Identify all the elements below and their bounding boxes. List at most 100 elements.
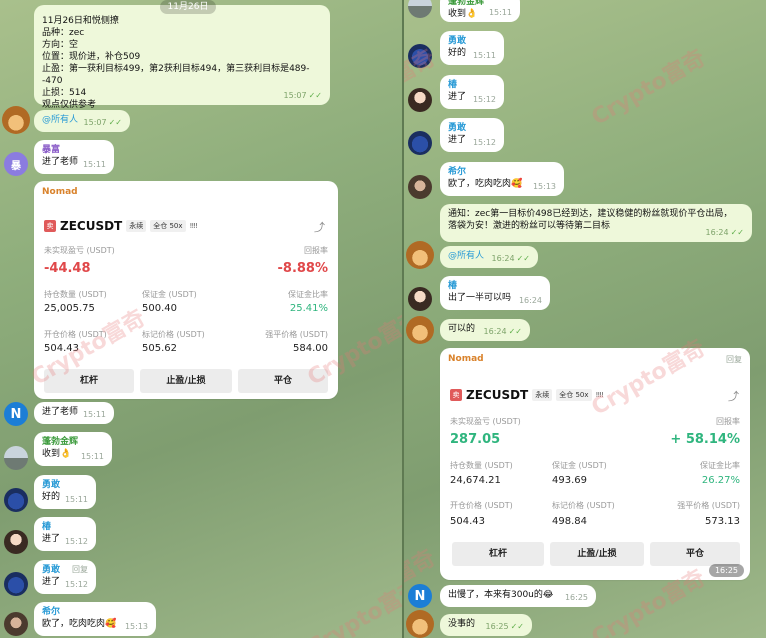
margin-ratio-value: 25.41% [289,303,328,314]
signal-line: 止盈：第一获利目标499，第2获利目标494，第三获利目标是489--470 [42,64,310,86]
avatar-jinhui[interactable] [4,446,28,470]
message-last[interactable]: 没事的 16:25 ✓✓ [440,614,532,636]
message-xier[interactable]: 希尔 欧了，吃肉吃肉🥰 15:13 [440,162,564,196]
message-keyi[interactable]: 可以的 16:24 ✓✓ [440,319,530,341]
share-icon[interactable]: ⤴ [314,219,325,235]
message-text: 出慢了，本来有300u的 [448,590,543,600]
margin-ratio-label: 保证金比率 [700,461,740,470]
read-check-icon: ✓✓ [730,228,744,237]
sender-name[interactable]: 希尔 [42,606,148,618]
ok-hand-emoji: 👌 [60,449,72,459]
position-card[interactable]: Nomad 卖 ZECUSDT 永续 全仓 50x !!!! ⤴ 未实现盈亏 (… [34,181,338,399]
read-check-icon: ✓✓ [510,622,524,631]
mark-price-label: 标记价格 (USDT) [552,501,615,510]
message-chun[interactable]: 椿 进了 15:12 [34,517,96,551]
avatar-yonggan[interactable] [408,131,432,155]
message-xier[interactable]: 希尔 欧了，吃肉吃肉🥰 15:13 [34,602,156,636]
leverage-button[interactable]: 杠杆 [452,542,544,566]
close-position-button[interactable]: 平仓 [650,542,740,566]
avatar-yonggan[interactable] [4,488,28,512]
signal-line: 止损：514 [42,88,87,98]
close-position-button[interactable]: 平仓 [238,369,328,393]
mark-price-label: 标记价格 (USDT) [142,330,205,339]
read-check-icon: ✓✓ [308,91,322,100]
message-yonggan[interactable]: 勇敢 好的 15:11 [440,31,504,65]
avatar-n[interactable]: N [4,402,28,426]
message-time: 16:24 ✓✓ [491,254,530,263]
roi-label: 回报率 [304,246,328,255]
sender-name[interactable]: 椿 [448,79,496,91]
entry-price-value: 504.43 [44,343,79,354]
avatar-yonggan[interactable] [4,572,28,596]
mention-all[interactable]: @所有人 [448,251,484,261]
avatar-cowboy[interactable] [406,241,434,269]
avatar-xier[interactable] [408,175,432,199]
message-n[interactable]: 出慢了，本来有300u的😂 16:25 [440,585,596,607]
notice-line: 通知：zec第一目标价498已经到达，建议稳健的粉丝就现价平仓出局， [448,209,733,219]
avatar-jinhui[interactable] [408,0,432,18]
sender-name[interactable]: 蓬勃金辉 [42,436,104,448]
message-time: 15:12 [64,580,88,589]
sender-name[interactable]: 勇敢 [42,479,88,491]
message-n[interactable]: 进了老师 15:11 [34,402,114,424]
message-jinhui[interactable]: 蓬勃金辉 收到👌 15:11 [440,0,520,22]
message-time: 15:11 [488,8,512,17]
message-text: 没事的 [448,619,476,629]
contract-type-tag: 永续 [532,389,553,401]
avatar-yonggan[interactable] [408,44,432,68]
message-chun[interactable]: 椿 进了 15:12 [440,75,504,109]
signal-line: 11月26日和悦侧撩 [42,16,119,26]
sender-name[interactable]: 勇敢 [448,122,496,134]
roi-label: 回报率 [716,417,740,426]
message-chun-2[interactable]: 椿 出了一半可以吗 16:24 [440,276,550,310]
position-card[interactable]: Nomad 回复 卖 ZECUSDT 永续 全仓 50x !!!! ⤴ 未实现盈… [440,348,750,580]
avatar-cowboy[interactable] [406,316,434,344]
margin-label: 保证金 (USDT) [142,290,197,299]
message-time: 16:25 ✓✓ [485,622,524,631]
tpsl-button[interactable]: 止盈/止损 [550,542,644,566]
sender-name[interactable]: 椿 [42,521,88,533]
signal-line: 位置：现价进，补仓509 [42,52,141,62]
signal-line: 品种：zec [42,28,85,38]
avatar-chun[interactable] [408,88,432,112]
share-icon[interactable]: ⤴ [728,388,739,404]
roi-value: -8.88% [277,261,329,276]
message-time: 15:11 [472,51,496,60]
liq-price-value: 573.13 [705,516,740,527]
unrealized-pnl-label: 未实现盈亏 (USDT) [450,417,521,426]
avatar-xier[interactable] [4,612,28,636]
right-chat-pane[interactable]: Crypto富奇 Crypto富奇 Crypto富奇 Crypto富奇 Cryp… [404,0,766,638]
avatar-baofu[interactable]: 暴 [4,152,28,176]
message-jinhui[interactable]: 蓬勃金辉 收到👌 15:11 [34,432,112,466]
message-yonggan-2[interactable]: 勇敢 进了 15:12 [440,118,504,152]
message-time: 15:12 [472,95,496,104]
notice-message[interactable]: 通知：zec第一目标价498已经到达，建议稳健的粉丝就现价平仓出局， 落袋为安！… [440,204,752,242]
avatar-n[interactable]: N [408,584,432,608]
message-baofu[interactable]: 暴富 进了老师 15:11 [34,140,114,174]
leverage-button[interactable]: 杠杆 [44,369,134,393]
ticker-row: 卖 ZECUSDT 永续 全仓 50x !!!! [450,388,604,402]
mention-all-message[interactable]: @所有人 16:24 ✓✓ [440,246,538,268]
mark-price-value: 505.62 [142,343,177,354]
message-yonggan-2[interactable]: 勇敢 回复 进了 15:12 [34,560,96,594]
signal-message[interactable]: 11月26日和悦侧撩 品种：zec 方向：空 位置：现价进，补仓509 止盈：第… [34,5,330,110]
reply-link[interactable]: 回复 [72,564,88,576]
sender-name[interactable]: Nomad [448,354,484,364]
message-yonggan[interactable]: 勇敢 好的 15:11 [34,475,96,509]
avatar-cowboy[interactable] [2,106,30,134]
avatar-chun[interactable] [4,530,28,554]
message-time: 16:24 [518,296,542,305]
mention-all[interactable]: @所有人 [42,115,78,125]
left-chat-pane[interactable]: Crypto富奇 Crypto富奇 Crypto富奇 11月26日和悦侧撩 品种… [0,0,402,638]
sender-name[interactable]: 勇敢 [448,35,496,47]
date-chip: 11月26日 [160,0,216,14]
avatar-cowboy[interactable] [406,610,434,638]
sender-name[interactable]: 暴富 [42,144,106,156]
sender-name[interactable]: Nomad [42,187,78,197]
tpsl-button[interactable]: 止盈/止损 [140,369,232,393]
avatar-chun[interactable] [408,287,432,311]
sender-name[interactable]: 椿 [448,280,542,292]
mention-all-message[interactable]: @所有人 15:07 ✓✓ [34,110,130,132]
reply-link[interactable]: 回复 [726,354,742,365]
sender-name[interactable]: 希尔 [448,166,556,178]
